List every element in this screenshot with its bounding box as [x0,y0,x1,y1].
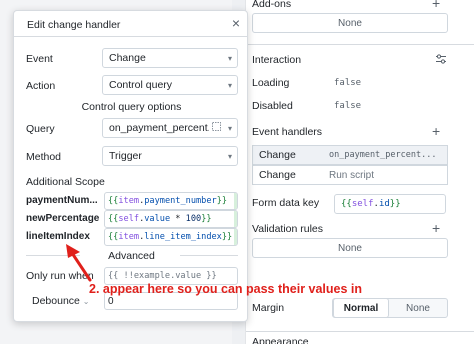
annotation-text: 2. appear here so you can pass their val… [89,282,363,296]
